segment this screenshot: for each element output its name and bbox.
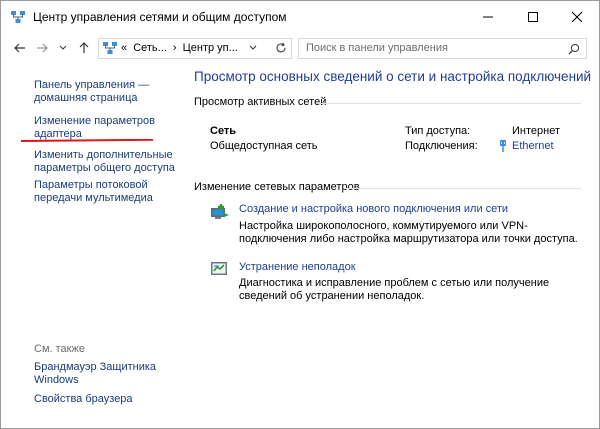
troubleshoot-description: Диагностика и исправление проблем с сеть… (239, 277, 550, 302)
window: Центр управления сетями и общим доступом (0, 0, 600, 429)
access-type-label: Тип доступа: (405, 125, 471, 137)
recent-locations-chevron-icon[interactable] (56, 41, 70, 55)
breadcrumb-item-center[interactable]: Центр уп... (183, 42, 238, 54)
change-settings-heading: Изменение сетевых параметров (194, 181, 360, 193)
breadcrumb-item-network[interactable]: Сеть... (133, 42, 167, 54)
refresh-icon[interactable] (271, 38, 291, 58)
window-title: Центр управления сетями и общим доступом (33, 10, 287, 24)
setup-new-connection-link[interactable]: Создание и настройка нового подключения … (239, 203, 508, 215)
network-setup-icon (210, 203, 230, 221)
breadcrumb: « Сеть... › Центр уп... (121, 42, 241, 54)
network-name: Сеть (210, 125, 237, 137)
title-bar: Центр управления сетями и общим доступом (1, 1, 599, 32)
sidebar-item-browser-properties[interactable]: Свойства браузера (34, 393, 174, 406)
network-center-icon (11, 11, 25, 23)
sidebar-item-firewall[interactable]: Брандмауэр Защитника Windows (34, 361, 174, 387)
access-type-value: Интернет (512, 125, 560, 137)
maximize-button[interactable] (510, 1, 555, 32)
red-highlight-underline (21, 139, 153, 142)
ethernet-connection-link[interactable]: Ethernet (512, 140, 554, 152)
sidebar: Панель управления — домашняя страница Из… (1, 67, 185, 427)
sidebar-item-advanced-sharing[interactable]: Изменить дополнительные параметры общего… (34, 149, 184, 175)
address-bar[interactable]: « Сеть... › Центр уп... (98, 38, 292, 59)
setup-new-connection-description: Настройка широкополосного, коммутируемог… (239, 220, 578, 245)
active-networks-heading: Просмотр активных сетей (194, 96, 327, 108)
section-divider (316, 103, 581, 104)
main-content: Просмотр основных сведений о сети и наст… (194, 67, 594, 427)
troubleshoot-icon (210, 260, 230, 278)
up-arrow-icon[interactable] (77, 41, 91, 55)
search-input[interactable]: Поиск в панели управления (298, 38, 587, 59)
connections-label: Подключения: (405, 140, 478, 152)
page-title: Просмотр основных сведений о сети и наст… (194, 69, 592, 84)
network-path-icon (103, 42, 117, 55)
address-dropdown-icon[interactable] (249, 42, 257, 54)
sidebar-item-control-panel-home[interactable]: Панель управления — домашняя страница (34, 79, 174, 105)
forward-arrow-icon[interactable] (35, 41, 49, 55)
breadcrumb-separator[interactable]: › (173, 42, 177, 54)
search-placeholder: Поиск в панели управления (306, 42, 448, 54)
sidebar-item-change-adapter-settings[interactable]: Изменение параметров адаптера (34, 115, 174, 141)
close-button[interactable] (554, 1, 599, 32)
sidebar-item-media-streaming[interactable]: Параметры потоковой передачи мультимедиа (34, 179, 184, 205)
back-arrow-icon[interactable] (13, 41, 27, 55)
troubleshoot-link[interactable]: Устранение неполадок (239, 261, 356, 273)
search-icon[interactable] (568, 43, 580, 58)
minimize-button[interactable] (465, 1, 510, 32)
breadcrumb-overflow[interactable]: « (121, 42, 127, 54)
network-type: Общедоступная сеть (210, 140, 318, 152)
section-divider (344, 188, 581, 189)
ethernet-icon (499, 140, 507, 155)
see-also-label: См. также (34, 343, 85, 355)
